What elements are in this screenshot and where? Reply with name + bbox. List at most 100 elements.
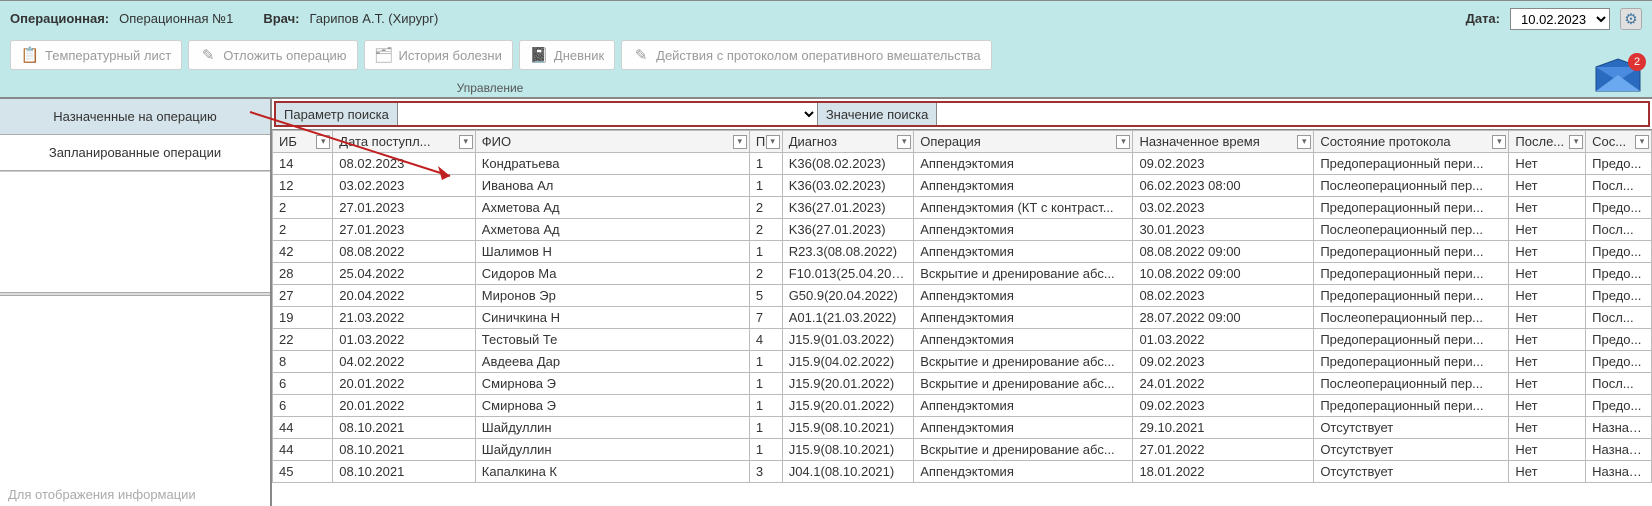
cell-fio: Синичкина Н (475, 307, 749, 329)
cell-fio: Миронов Эр (475, 285, 749, 307)
cell-posl: Нет (1509, 175, 1586, 197)
temp-sheet-label: Температурный лист (45, 48, 171, 63)
col-sost[interactable]: Сос...▾ (1586, 131, 1652, 153)
table-row[interactable]: 620.01.2022Смирнова Э1J15.9(20.01.2022)А… (273, 395, 1652, 417)
table-row[interactable]: 804.02.2022Авдеева Дар1J15.9(04.02.2022)… (273, 351, 1652, 373)
cell-ib: 19 (273, 307, 333, 329)
table-row[interactable]: 4408.10.2021Шайдуллин1J15.9(08.10.2021)А… (273, 417, 1652, 439)
col-oper[interactable]: Операция▾ (914, 131, 1133, 153)
cell-oper: Аппендэктомия (914, 307, 1133, 329)
mail-button[interactable]: 2 (1594, 57, 1642, 93)
filter-icon[interactable]: ▾ (733, 135, 747, 149)
cell-date: 27.01.2023 (333, 197, 476, 219)
cell-date: 01.03.2022 (333, 329, 476, 351)
room-label: Операционная: (10, 11, 109, 26)
cell-proto: Послеоперационный пер... (1314, 307, 1509, 329)
sidebar-splitter[interactable] (0, 292, 270, 296)
protocol-actions-button[interactable]: ✎ Действия с протоколом оперативного вме… (621, 40, 991, 70)
cell-ib: 6 (273, 395, 333, 417)
cell-posl: Нет (1509, 373, 1586, 395)
filter-icon[interactable]: ▾ (766, 135, 780, 149)
table-row[interactable]: 2720.04.2022Миронов Эр5G50.9(20.04.2022)… (273, 285, 1652, 307)
cell-pal: 1 (749, 373, 782, 395)
cell-posl: Нет (1509, 417, 1586, 439)
filter-icon[interactable]: ▾ (1297, 135, 1311, 149)
cell-oper: Аппендэктомия (914, 219, 1133, 241)
col-date[interactable]: Дата поступл...▾ (333, 131, 476, 153)
cell-pal: 3 (749, 461, 782, 483)
cell-posl: Нет (1509, 351, 1586, 373)
main-area: Параметр поиска Значение поиска ИБ▾ Дата… (272, 99, 1652, 506)
cell-proto: Отсутствует (1314, 461, 1509, 483)
cell-fio: Кондратьева (475, 153, 749, 175)
header-bar: Операционная: Операционная №1 Врач: Гари… (0, 0, 1652, 36)
pencil-clock-icon: ✎ (199, 46, 217, 64)
cell-date: 08.10.2021 (333, 461, 476, 483)
cell-diag: J15.9(08.10.2021) (782, 417, 914, 439)
cell-sost: Предо... (1586, 329, 1652, 351)
table-row[interactable]: 1408.02.2023Кондратьева1K36(08.02.2023)А… (273, 153, 1652, 175)
search-value-input[interactable] (937, 103, 1648, 125)
cell-time: 06.02.2023 08:00 (1133, 175, 1314, 197)
filter-icon[interactable]: ▾ (1569, 135, 1583, 149)
table-row[interactable]: 4508.10.2021Капалкина К3J04.1(08.10.2021… (273, 461, 1652, 483)
search-param-select[interactable] (398, 103, 818, 125)
edit-icon: ✎ (632, 46, 650, 64)
table-row[interactable]: 227.01.2023Ахметова Ад2K36(27.01.2023)Ап… (273, 197, 1652, 219)
cell-sost: Предо... (1586, 263, 1652, 285)
sidebar-tab-assigned[interactable]: Назначенные на операцию (0, 99, 270, 135)
history-label: История болезни (399, 48, 502, 63)
sidebar-hint: Для отображения информации (0, 483, 270, 506)
cell-diag: J15.9(20.01.2022) (782, 373, 914, 395)
col-pal[interactable]: Пал...▾ (749, 131, 782, 153)
table-row[interactable]: 1203.02.2023Иванова Ал1K36(03.02.2023)Ап… (273, 175, 1652, 197)
cell-sost: Предо... (1586, 285, 1652, 307)
col-fio[interactable]: ФИО▾ (475, 131, 749, 153)
grid[interactable]: ИБ▾ Дата поступл...▾ ФИО▾ Пал...▾ Диагно… (272, 129, 1652, 506)
table-row[interactable]: 1921.03.2022Синичкина Н7A01.1(21.03.2022… (273, 307, 1652, 329)
cell-proto: Предоперационный пери... (1314, 153, 1509, 175)
cell-posl: Нет (1509, 329, 1586, 351)
cell-oper: Аппендэктомия (914, 175, 1133, 197)
filter-icon[interactable]: ▾ (459, 135, 473, 149)
filter-icon[interactable]: ▾ (1116, 135, 1130, 149)
col-proto[interactable]: Состояние протокола▾ (1314, 131, 1509, 153)
cell-fio: Сидоров Ма (475, 263, 749, 285)
table-row[interactable]: 620.01.2022Смирнова Э1J15.9(20.01.2022)В… (273, 373, 1652, 395)
date-select[interactable]: 10.02.2023 (1510, 8, 1610, 30)
cell-posl: Нет (1509, 285, 1586, 307)
table-row[interactable]: 2825.04.2022Сидоров Ма2F10.013(25.04.202… (273, 263, 1652, 285)
table-row[interactable]: 4408.10.2021Шайдуллин1J15.9(08.10.2021)В… (273, 439, 1652, 461)
table-row[interactable]: 2201.03.2022Тестовый Те4J15.9(01.03.2022… (273, 329, 1652, 351)
date-label: Дата: (1466, 11, 1500, 26)
cell-sost: Посл... (1586, 175, 1652, 197)
history-button[interactable]: 🗂 История болезни (364, 40, 513, 70)
cell-pal: 5 (749, 285, 782, 307)
cell-time: 01.03.2022 (1133, 329, 1314, 351)
col-posl[interactable]: После...▾ (1509, 131, 1586, 153)
sidebar-tab-planned[interactable]: Запланированные операции (0, 135, 270, 171)
cell-proto: Предоперационный пери... (1314, 197, 1509, 219)
cell-pal: 4 (749, 329, 782, 351)
cell-time: 08.02.2023 (1133, 285, 1314, 307)
cell-proto: Предоперационный пери... (1314, 241, 1509, 263)
postpone-button[interactable]: ✎ Отложить операцию (188, 40, 357, 70)
table-row[interactable]: 4208.08.2022Шалимов Н1R23.3(08.08.2022)А… (273, 241, 1652, 263)
cell-pal: 2 (749, 197, 782, 219)
filter-icon[interactable]: ▾ (897, 135, 911, 149)
cell-posl: Нет (1509, 219, 1586, 241)
filter-icon[interactable]: ▾ (1635, 135, 1649, 149)
temp-sheet-button[interactable]: 📋 Температурный лист (10, 40, 182, 70)
cell-fio: Капалкина К (475, 461, 749, 483)
col-diag[interactable]: Диагноз▾ (782, 131, 914, 153)
col-ib[interactable]: ИБ▾ (273, 131, 333, 153)
cell-fio: Авдеева Дар (475, 351, 749, 373)
filter-icon[interactable]: ▾ (1492, 135, 1506, 149)
col-time[interactable]: Назначенное время▾ (1133, 131, 1314, 153)
table-row[interactable]: 227.01.2023Ахметова Ад2K36(27.01.2023)Ап… (273, 219, 1652, 241)
filter-icon[interactable]: ▾ (316, 135, 330, 149)
diary-button[interactable]: 📓 Дневник (519, 40, 615, 70)
settings-button[interactable]: ⚙ (1620, 8, 1642, 30)
cell-ib: 2 (273, 219, 333, 241)
cell-fio: Иванова Ал (475, 175, 749, 197)
